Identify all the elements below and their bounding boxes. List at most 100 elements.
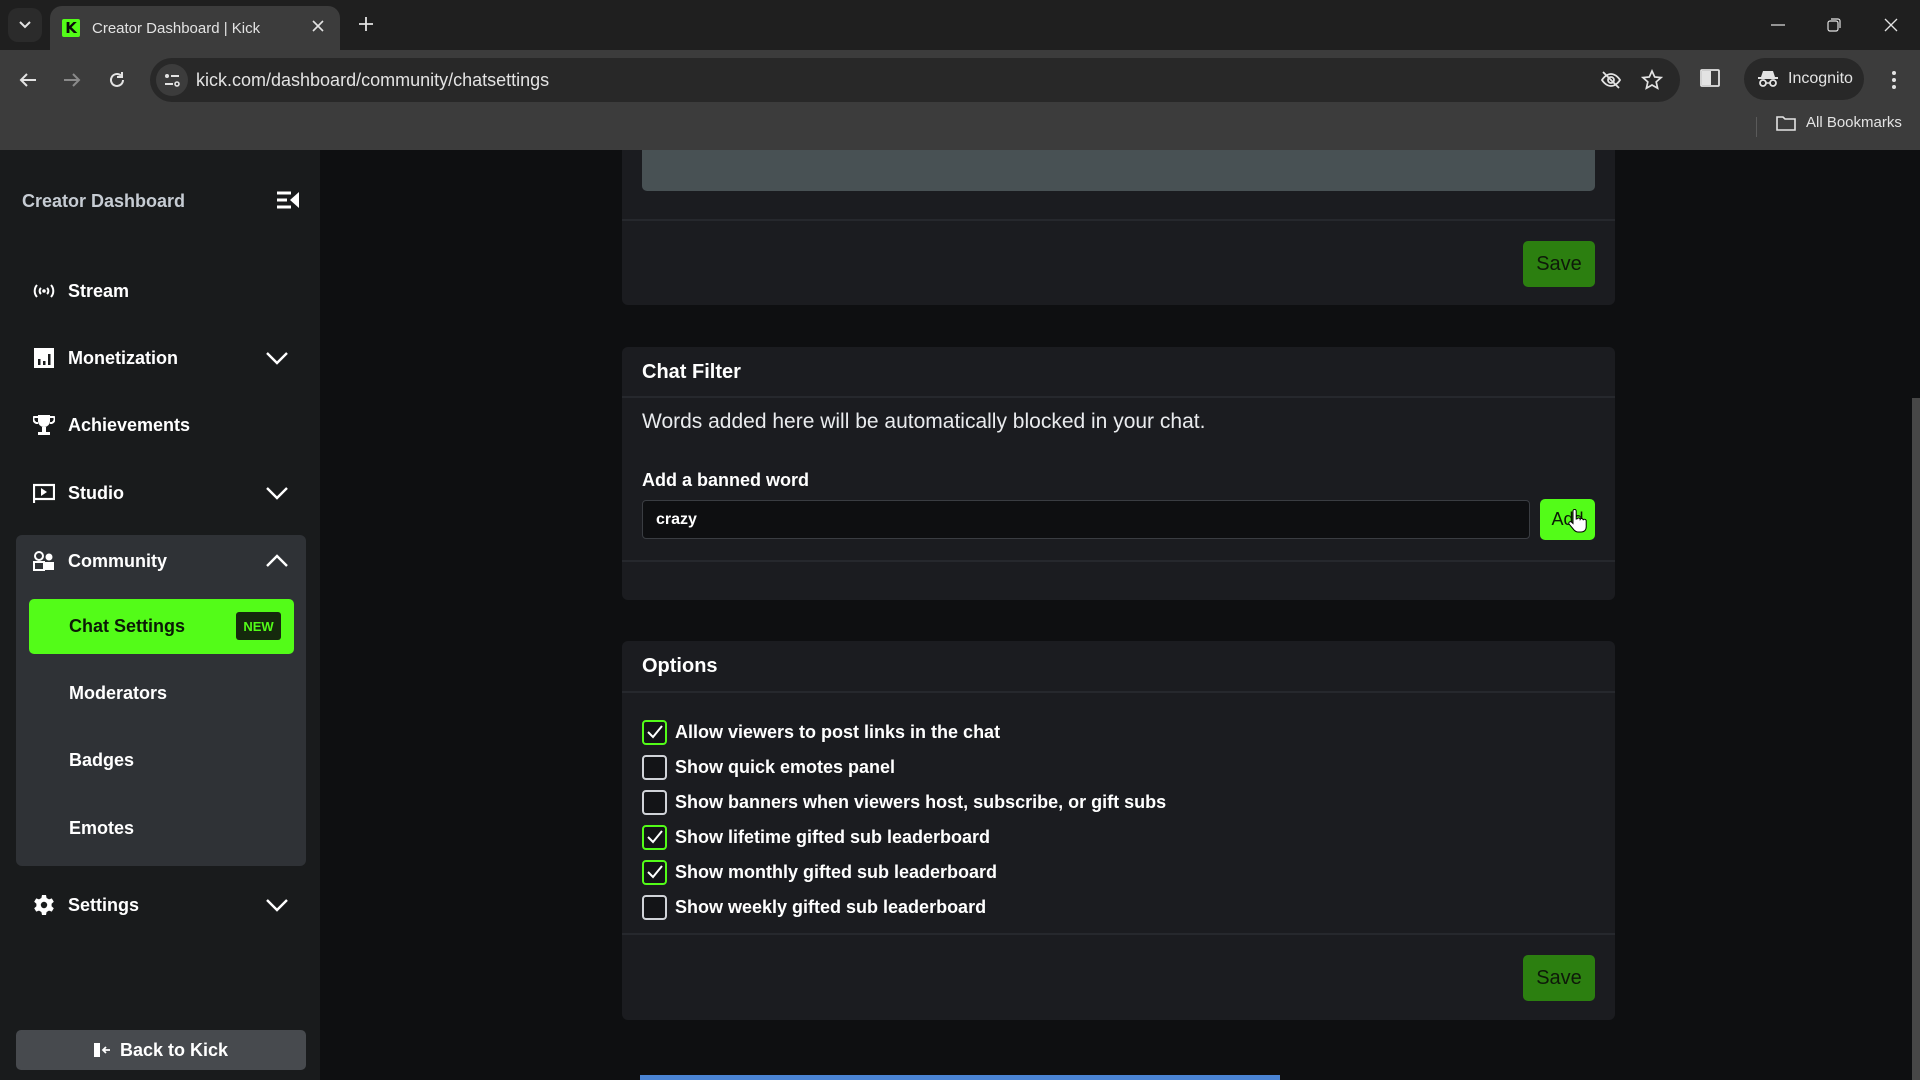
sidebar-item-label: Chat Settings — [69, 616, 186, 636]
sidebar-item-moderators[interactable]: Moderators — [29, 666, 294, 721]
chat-filter-title: Chat Filter — [642, 361, 741, 383]
checkbox-checked[interactable] — [642, 859, 667, 885]
site-info-button[interactable] — [156, 64, 188, 96]
card-divider — [622, 691, 1615, 693]
back-to-kick-button[interactable]: Back to Kick — [16, 1030, 306, 1070]
option-row[interactable]: Show quick emotes panel — [642, 753, 895, 781]
card-divider — [622, 933, 1615, 935]
collapse-menu-icon — [277, 191, 299, 209]
folder-icon — [1776, 115, 1796, 131]
option-row[interactable]: Allow viewers to post links in the chat — [642, 718, 1000, 746]
option-row[interactable]: Show monthly gifted sub leaderboard — [642, 858, 997, 886]
page-scrollbar[interactable] — [1912, 398, 1920, 1080]
close-window-button[interactable] — [1871, 8, 1911, 42]
card-divider — [622, 396, 1615, 398]
kebab-menu-icon — [1892, 71, 1896, 89]
incognito-icon — [1758, 71, 1778, 87]
side-panel-icon — [1700, 69, 1720, 87]
sidebar-item-label: Community — [68, 550, 167, 571]
checkbox-unchecked[interactable] — [642, 789, 667, 815]
checkbox-unchecked[interactable] — [642, 894, 667, 920]
sidebar-item-achievements[interactable]: Achievements — [16, 399, 304, 451]
browser-tabstrip: K Creator Dashboard | Kick — [0, 0, 1920, 50]
sidebar: Creator Dashboard Stream Monetization Ac… — [0, 150, 320, 1080]
incognito-profile-button[interactable]: Incognito — [1744, 58, 1864, 100]
save-button[interactable]: Save — [1523, 241, 1595, 287]
checkbox-checked[interactable] — [642, 719, 667, 745]
tab-search-button[interactable] — [8, 8, 42, 42]
sidebar-item-monetization[interactable]: Monetization — [16, 332, 304, 384]
community-icon — [32, 549, 56, 573]
option-label: Show quick emotes panel — [675, 756, 896, 777]
reload-button[interactable] — [101, 64, 133, 96]
sidebar-item-label: Moderators — [69, 683, 168, 703]
back-button[interactable] — [12, 64, 44, 96]
checkmark-icon — [646, 830, 663, 844]
close-tab-button[interactable] — [308, 19, 328, 37]
collapse-sidebar-button[interactable] — [276, 190, 302, 212]
sidebar-item-chat-settings[interactable]: Chat Settings NEW — [29, 599, 294, 654]
trophy-icon — [32, 413, 56, 437]
checkbox-checked[interactable] — [642, 824, 667, 850]
chevron-up-icon[interactable] — [264, 553, 290, 569]
chat-filter-card: Chat Filter Words added here will be aut… — [622, 347, 1615, 600]
card-divider — [622, 219, 1615, 221]
side-panel-button[interactable] — [1700, 68, 1724, 92]
plus-icon — [359, 17, 373, 31]
checkbox-unchecked[interactable] — [642, 754, 667, 780]
new-tab-button[interactable] — [352, 12, 380, 40]
option-label: Allow viewers to post links in the chat — [675, 721, 1001, 742]
option-label: Show banners when viewers host, subscrib… — [675, 791, 1167, 812]
sidebar-item-label: Stream — [68, 280, 130, 301]
browser-toolbar: kick.com/dashboard/community/chatsetting… — [0, 50, 1920, 150]
option-row[interactable]: Show weekly gifted sub leaderboard — [642, 893, 986, 921]
bar-chart-icon — [32, 346, 56, 370]
forward-button[interactable] — [56, 64, 88, 96]
tune-icon — [165, 74, 180, 87]
sidebar-item-label: Achievements — [68, 414, 191, 435]
sidebar-item-label: Emotes — [69, 818, 135, 838]
all-bookmarks-button[interactable]: All Bookmarks — [1776, 114, 1902, 131]
sidebar-item-label: Badges — [69, 750, 135, 770]
exit-icon — [93, 1043, 110, 1057]
video-play-icon — [32, 481, 56, 505]
chat-filter-description: Words added here will be automatically b… — [642, 410, 1206, 433]
banned-word-input[interactable] — [642, 500, 1530, 539]
back-to-kick-label: Back to Kick — [119, 1039, 229, 1060]
close-icon — [1884, 18, 1898, 32]
card-divider — [622, 560, 1615, 562]
chevron-down-icon[interactable] — [264, 485, 290, 501]
option-row[interactable]: Show lifetime gifted sub leaderboard — [642, 823, 990, 851]
banned-word-label: Add a banned word — [642, 470, 810, 490]
browser-menu-button[interactable] — [1880, 64, 1908, 96]
sidebar-item-badges[interactable]: Badges — [29, 733, 294, 788]
chevron-down-icon[interactable] — [264, 897, 290, 913]
arrow-right-icon — [64, 73, 81, 87]
save-options-button[interactable]: Save — [1523, 955, 1595, 1001]
options-card: Options Allow viewers to post links in t… — [622, 641, 1615, 1020]
chevron-down-icon[interactable] — [264, 350, 290, 366]
sidebar-item-studio[interactable]: Studio — [16, 467, 304, 519]
minimize-button[interactable] — [1758, 8, 1798, 42]
eye-off-icon — [1600, 71, 1622, 89]
sidebar-item-label: Monetization — [68, 347, 178, 368]
option-label: Show weekly gifted sub leaderboard — [675, 896, 987, 917]
browser-tab[interactable]: K Creator Dashboard | Kick — [50, 6, 340, 50]
previous-settings-card: Save — [622, 150, 1615, 305]
sidebar-item-settings[interactable]: Settings — [16, 879, 304, 931]
address-bar[interactable]: kick.com/dashboard/community/chatsetting… — [150, 58, 1680, 102]
restore-button[interactable] — [1814, 8, 1854, 42]
sidebar-item-stream[interactable]: Stream — [16, 265, 304, 317]
arrow-left-icon — [19, 73, 36, 87]
kick-favicon-icon: K — [62, 19, 80, 37]
option-label: Show monthly gifted sub leaderboard — [675, 861, 998, 882]
sidebar-item-emotes[interactable]: Emotes — [29, 801, 294, 856]
restore-icon — [1827, 18, 1841, 32]
option-row[interactable]: Show banners when viewers host, subscrib… — [642, 788, 1166, 816]
hand-cursor-icon — [1568, 509, 1587, 533]
sidebar-item-community[interactable]: Community — [16, 535, 306, 587]
tracking-protection-button[interactable] — [1600, 69, 1622, 91]
settings-textarea[interactable] — [642, 150, 1595, 191]
star-icon — [1640, 68, 1664, 90]
bookmark-star-button[interactable] — [1640, 68, 1664, 91]
